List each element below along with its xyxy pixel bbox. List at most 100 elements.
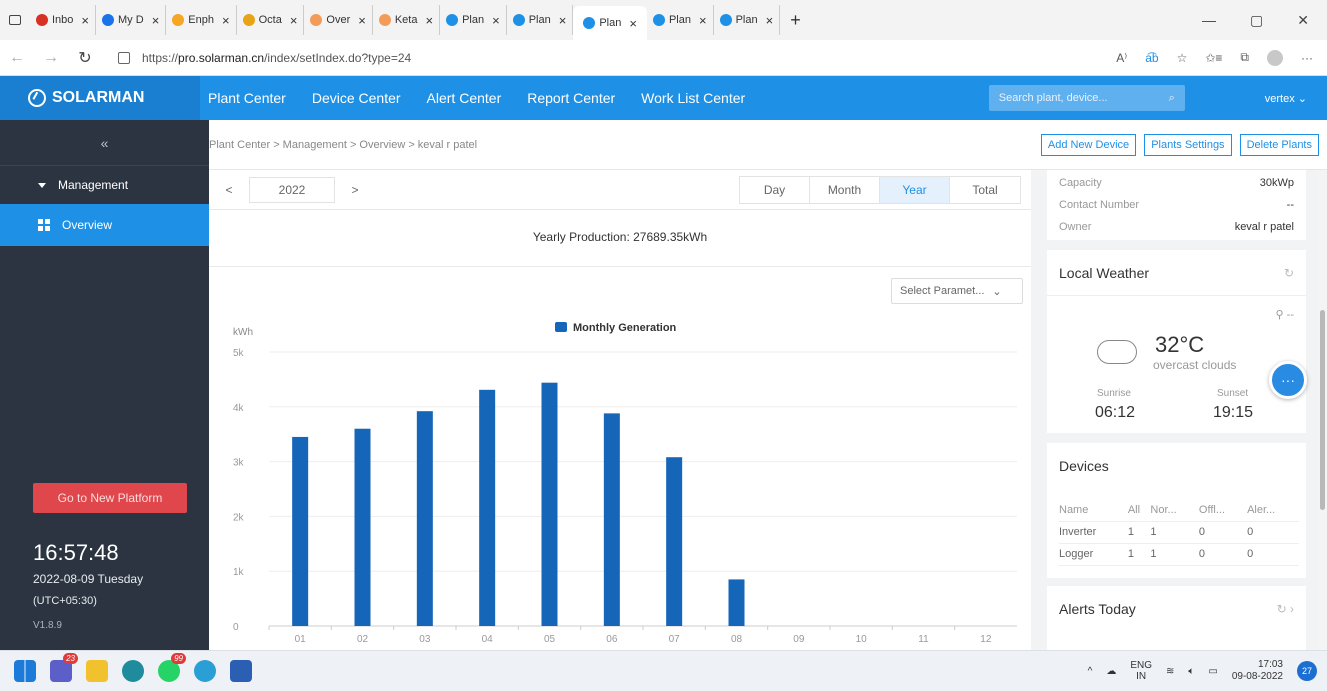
tab-day[interactable]: Day [740,176,810,203]
profile-avatar[interactable] [1267,49,1283,66]
location[interactable]: ⚲ -- [1276,308,1294,321]
address-bar-icons: A⁾ a͡b ☆ ✩≡ ⧉ ··· [1116,49,1327,66]
nav-device-center[interactable]: Device Center [312,90,401,106]
browser-tab[interactable]: Enph × [166,5,237,35]
close-tab-icon[interactable]: × [492,13,500,28]
close-tab-icon[interactable]: × [358,13,366,28]
minimize-icon[interactable]: — [1202,12,1216,29]
search-icon[interactable]: ⌕ [1169,92,1175,105]
collapse-sidebar-button[interactable]: « [0,120,209,166]
prev-year-button[interactable]: < [209,183,249,197]
nav-report-center[interactable]: Report Center [527,90,615,106]
volume-icon[interactable]: 🔈︎ [1188,666,1194,677]
browser-tab[interactable]: My D × [96,5,167,35]
collections-icon[interactable]: ⧉ [1240,50,1249,65]
breadcrumb[interactable]: Plant Center > Management > Overview > k… [209,139,477,151]
more-icon[interactable]: ··· [1301,51,1313,65]
delete-plants-button[interactable]: Delete Plants [1239,133,1319,156]
teams-icon[interactable]: 23 [50,653,78,682]
select-parameter-dropdown[interactable]: Select Paramet... ⌄ [891,278,1023,304]
browser-tab[interactable]: Octa × [237,5,305,35]
x-tick-label: 02 [357,634,369,645]
close-tab-icon[interactable]: × [222,13,230,28]
tab-year[interactable]: Year [880,176,950,203]
add-new-device-button[interactable]: Add New Device [1040,133,1137,156]
maximize-icon[interactable]: ▢ [1250,12,1263,29]
favorite-icon[interactable]: ☆ [1177,51,1188,65]
close-tab-icon[interactable]: × [290,13,298,28]
browser-tab[interactable]: Plan × [440,5,507,35]
go-to-new-platform-button[interactable]: Go to New Platform [33,483,187,513]
read-aloud-icon[interactable]: A⁾ [1116,51,1127,65]
user-menu[interactable]: vertex ⌄ [1265,92,1307,105]
info-label: Contact Number [1059,199,1140,211]
edge-icon[interactable] [122,660,144,682]
battery-icon[interactable]: ▭ [1208,666,1217,677]
onedrive-icon[interactable]: ☁ [1106,666,1116,677]
browser-tab[interactable]: Plan × [573,6,647,40]
windows-start-icon[interactable] [14,660,36,682]
word-icon[interactable] [230,660,252,682]
chat-support-button[interactable]: ··· [1269,361,1307,399]
refresh-icon[interactable]: ↻ [68,48,102,68]
cell: Inverter [1059,521,1128,544]
browser-tab[interactable]: Plan × [714,5,781,35]
sunset-time: 19:15 [1213,404,1254,421]
tab-label: Plan [599,17,622,29]
forward-icon[interactable]: → [34,49,68,67]
tab-actions-icon[interactable] [0,0,30,40]
bar [416,411,433,626]
close-tab-icon[interactable]: × [81,13,89,28]
sidebar-group-management[interactable]: Management [0,166,209,204]
whatsapp-icon[interactable]: 99 [158,653,186,682]
back-icon[interactable]: ← [0,49,34,67]
new-tab-button[interactable]: + [780,10,811,31]
tab-month[interactable]: Month [810,176,880,203]
divider [209,266,1031,267]
browser-tab[interactable]: Inbo × [30,5,97,35]
table-row[interactable]: Logger 1 1 0 0 [1059,543,1299,566]
tab-total[interactable]: Total [950,177,1020,203]
nav-work-list-center[interactable]: Work List Center [641,90,745,106]
scrollbar-thumb[interactable] [1320,310,1325,510]
caret-down-icon [38,182,46,188]
tab-label: Octa [258,14,282,26]
next-year-button[interactable]: > [335,183,375,197]
search-input[interactable]: Search plant, device... ⌕ [988,85,1185,111]
solarman-logo[interactable]: SOLARMAN [0,76,200,120]
url-field[interactable]: https://pro.solarman.cn/index/setIndex.d… [142,51,411,65]
close-window-icon[interactable]: ✕ [1297,12,1309,29]
wifi-icon[interactable]: ≋ [1166,666,1174,677]
close-tab-icon[interactable]: × [629,16,637,31]
close-tab-icon[interactable]: × [152,13,160,28]
browser-tab[interactable]: Plan × [647,5,714,35]
plants-settings-button[interactable]: Plants Settings [1144,133,1232,156]
table-row[interactable]: Inverter 1 1 0 0 [1059,521,1299,544]
sidebar-item-overview[interactable]: Overview [0,204,209,246]
close-tab-icon[interactable]: × [699,13,707,28]
address-bar: ← → ↻ https://pro.solarman.cn/index/setI… [0,40,1327,76]
browser-tab[interactable]: Plan × [507,5,574,35]
refresh-alerts-icon[interactable]: ↻ › [1277,602,1294,616]
page-scrollbar[interactable] [1318,170,1327,650]
year-picker[interactable]: 2022 [249,176,335,203]
show-hidden-icons[interactable]: ^ [1088,666,1093,677]
info-capacity: Capacity 30kWp [1047,172,1306,194]
close-tab-icon[interactable]: × [559,13,567,28]
close-tab-icon[interactable]: × [425,13,433,28]
nav-plant-center[interactable]: Plant Center [208,90,286,106]
browser-tab[interactable]: Keta × [373,5,441,35]
language-indicator[interactable]: ENG IN [1130,660,1152,682]
notification-badge[interactable]: 27 [1297,661,1317,681]
refresh-weather-icon[interactable]: ↻ [1284,266,1294,280]
file-explorer-icon[interactable] [86,660,108,682]
taskbar-clock[interactable]: 17:03 09-08-2022 [1232,659,1283,683]
lock-icon[interactable] [118,51,130,64]
translate-icon[interactable]: a͡b [1145,51,1158,65]
favorites-list-icon[interactable]: ✩≡ [1205,51,1222,65]
close-tab-icon[interactable]: × [766,13,774,28]
search-placeholder: Search plant, device... [998,92,1108,104]
browser-tab[interactable]: Over × [304,5,373,35]
telegram-icon[interactable] [194,660,216,682]
nav-alert-center[interactable]: Alert Center [427,90,502,106]
